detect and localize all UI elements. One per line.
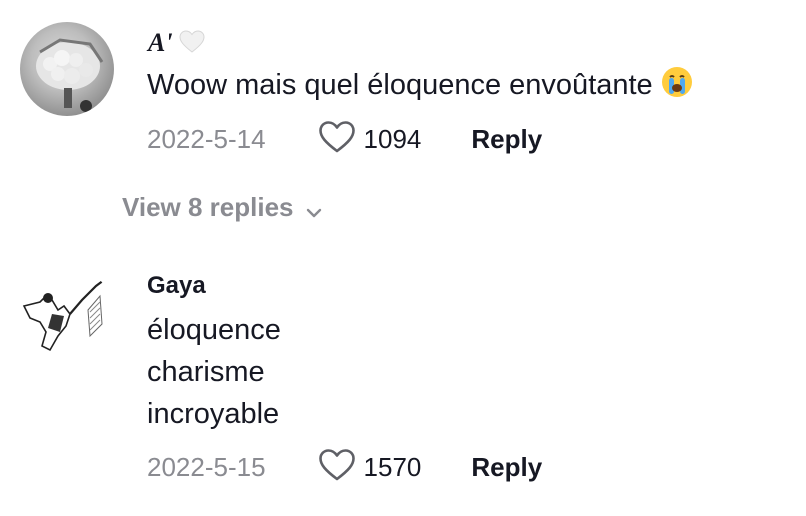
comment-username[interactable]: Gaya [147, 272, 206, 300]
view-replies-button[interactable]: View 8 replies [122, 190, 322, 225]
like-button[interactable]: 1570 [318, 448, 422, 487]
like-button[interactable]: 1094 [318, 120, 422, 159]
comment-meta: 2022-5-14 1094 Reply [147, 119, 542, 159]
comment-text: Woow mais quel éloquence envoûtante [147, 64, 693, 110]
manga-character-avatar-image [22, 275, 109, 352]
comment-line: incroyable [147, 398, 280, 430]
crying-face-icon [661, 66, 693, 110]
avatar[interactable] [20, 22, 114, 116]
comment-username[interactable]: A' [148, 28, 205, 61]
like-count: 1094 [363, 123, 422, 154]
reply-button[interactable]: Reply [471, 124, 542, 155]
heart-outline-icon [318, 120, 356, 159]
comment-meta: 2022-5-15 1570 Reply [147, 447, 542, 487]
comments-list: A' Woow mais quel éloquence envoûtante 2… [0, 0, 806, 516]
heart-outline-icon [318, 448, 356, 487]
reply-button[interactable]: Reply [471, 452, 542, 483]
avatar[interactable] [18, 266, 114, 362]
comment-line: éloquence [147, 314, 281, 346]
like-count: 1570 [363, 451, 422, 482]
chevron-down-icon [306, 194, 322, 225]
comment-line: charisme [147, 356, 265, 388]
flower-bouquet-avatar-image [36, 38, 104, 112]
comment-text: éloquence charisme incroyable [147, 309, 281, 435]
comment-date: 2022-5-15 [147, 451, 266, 482]
white-heart-icon [179, 30, 205, 61]
comment-date: 2022-5-14 [147, 123, 266, 154]
